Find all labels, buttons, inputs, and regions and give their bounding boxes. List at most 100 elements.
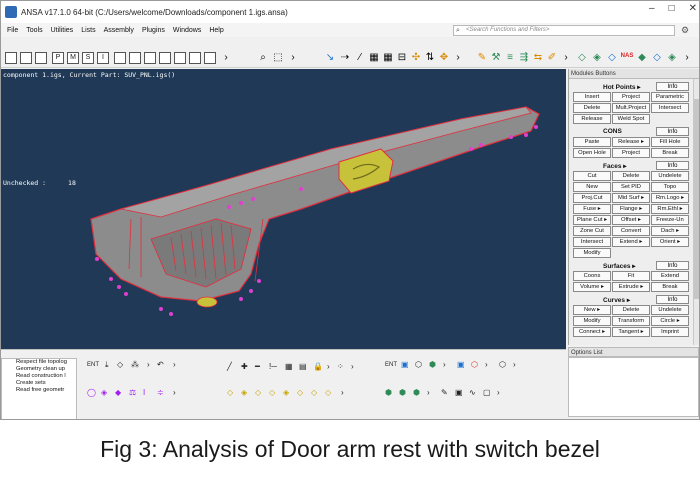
lock-icon[interactable]: 🔒 bbox=[313, 362, 323, 371]
view-icon[interactable] bbox=[114, 52, 126, 64]
insert-button[interactable]: Insert bbox=[573, 92, 611, 102]
maximize-button[interactable]: □ bbox=[669, 3, 675, 14]
info-button[interactable]: Info bbox=[656, 161, 689, 170]
more-arrow-icon[interactable]: › bbox=[351, 362, 354, 371]
more-arrow-icon[interactable]: › bbox=[286, 52, 300, 64]
new-button[interactable]: New bbox=[573, 182, 611, 192]
toolbar-i-button[interactable]: I bbox=[97, 52, 109, 64]
ent-label-2[interactable]: ENT bbox=[385, 362, 397, 368]
menu-file[interactable]: File bbox=[7, 27, 18, 34]
new-file-icon[interactable] bbox=[5, 52, 17, 64]
paste-button[interactable]: Paste bbox=[573, 137, 611, 147]
section-title[interactable]: Surfaces ▸ bbox=[603, 262, 636, 270]
menu-assembly[interactable]: Assembly bbox=[104, 27, 134, 34]
more-arrow-icon[interactable]: › bbox=[219, 52, 233, 64]
more-arrow-icon[interactable]: › bbox=[485, 360, 488, 369]
shape-icon[interactable]: ◈ bbox=[283, 388, 289, 397]
shape-icon[interactable]: ◈ bbox=[241, 388, 247, 397]
axis-icon[interactable]: ✣ bbox=[409, 52, 423, 64]
window-icon[interactable] bbox=[129, 52, 141, 64]
modify-button[interactable]: Modify bbox=[573, 248, 611, 258]
delete-button[interactable]: Delete bbox=[612, 305, 650, 315]
sort-icon[interactable]: ⇅ bbox=[423, 52, 437, 64]
measure-icon[interactable]: ≡ bbox=[503, 52, 517, 64]
align-icon[interactable]: ⊟ bbox=[395, 52, 409, 64]
more-arrow-icon[interactable]: › bbox=[147, 360, 150, 369]
undelete-button[interactable]: Undelete bbox=[651, 305, 689, 315]
list-icon[interactable] bbox=[35, 52, 47, 64]
grid-icon[interactable]: ▦ bbox=[285, 362, 293, 371]
mid-surf-button[interactable]: Mid Surf ▸ bbox=[612, 193, 650, 203]
section-title[interactable]: Curves ▸ bbox=[603, 296, 630, 304]
section-title[interactable]: Hot Points ▸ bbox=[603, 83, 641, 91]
table-icon[interactable] bbox=[144, 52, 156, 64]
transform-button[interactable]: Transform bbox=[612, 316, 650, 326]
extend-button[interactable]: Extend bbox=[651, 271, 689, 281]
cube-blue-icon[interactable]: ▣ bbox=[457, 360, 465, 369]
curve-icon[interactable]: ∿ bbox=[469, 388, 476, 397]
fit-button[interactable]: Fit bbox=[612, 271, 650, 281]
more-arrow-icon[interactable]: › bbox=[341, 388, 344, 397]
shape-icon[interactable]: ◇ bbox=[255, 388, 261, 397]
menu-windows[interactable]: Windows bbox=[173, 27, 201, 34]
mesh-icon[interactable]: ⬢ bbox=[413, 388, 420, 397]
menu-utilities[interactable]: Utilities bbox=[51, 27, 74, 34]
zone-cut-button[interactable]: Zone Cut bbox=[573, 226, 611, 236]
cursor-icon[interactable]: ⇢ bbox=[338, 52, 352, 64]
shape-icon[interactable]: ◇ bbox=[325, 388, 331, 397]
convert-button[interactable]: Convert bbox=[612, 226, 650, 236]
mult-project-button[interactable]: Mult.Project bbox=[612, 103, 650, 113]
more-arrow-icon[interactable]: › bbox=[559, 52, 573, 64]
report-icon[interactable] bbox=[174, 52, 186, 64]
transform-icon[interactable]: ✥ bbox=[437, 52, 451, 64]
mesh-icon[interactable]: ◇ bbox=[575, 52, 589, 64]
fuse-button[interactable]: Fuse ▸ bbox=[573, 204, 611, 214]
pen-icon[interactable]: ✎ bbox=[441, 388, 448, 397]
filter-icon[interactable]: ⇶ bbox=[517, 52, 531, 64]
intersect-button[interactable]: Intersect bbox=[573, 237, 611, 247]
extend-button[interactable]: Extend ▸ bbox=[612, 237, 650, 247]
offset-button[interactable]: Offset ▸ bbox=[612, 215, 650, 225]
info-button[interactable]: Info bbox=[656, 127, 689, 136]
element-icon[interactable]: ◈ bbox=[665, 52, 679, 64]
orient-button[interactable]: Orient ▸ bbox=[651, 237, 689, 247]
delete-button[interactable]: Delete bbox=[573, 103, 611, 113]
cube-red-icon[interactable]: ⬡ bbox=[471, 360, 478, 369]
grid-icon[interactable]: ▦ bbox=[381, 52, 395, 64]
image-icon[interactable] bbox=[189, 52, 201, 64]
plus-icon[interactable]: ✚ bbox=[241, 362, 248, 371]
circle-icon[interactable]: ◯ bbox=[87, 388, 96, 397]
cube-outline-icon[interactable]: ⬡ bbox=[499, 360, 506, 369]
menu-lists[interactable]: Lists bbox=[81, 27, 95, 34]
boss-face[interactable] bbox=[196, 296, 218, 308]
volume-button[interactable]: Volume ▸ bbox=[573, 282, 611, 292]
check-icon[interactable] bbox=[204, 52, 216, 64]
brush-icon[interactable]: ✐ bbox=[545, 52, 559, 64]
mesh-icon[interactable]: ⬢ bbox=[385, 388, 392, 397]
cube-green-icon[interactable]: ⬢ bbox=[429, 360, 436, 369]
intersect-button[interactable]: Intersect bbox=[651, 103, 689, 113]
more-arrow-icon[interactable]: › bbox=[680, 52, 694, 64]
pencil-icon[interactable]: ✎ bbox=[475, 52, 489, 64]
imprint-button[interactable]: Imprint bbox=[651, 327, 689, 337]
undelete-button[interactable]: Undelete bbox=[651, 171, 689, 181]
exclaim-icon[interactable]: !─ bbox=[269, 362, 277, 371]
wrench-icon[interactable]: ⚒ bbox=[489, 52, 503, 64]
section-title[interactable]: Faces ▸ bbox=[603, 162, 627, 170]
more-arrow-icon[interactable]: › bbox=[173, 360, 176, 369]
box-icon[interactable]: ▢ bbox=[483, 388, 491, 397]
toolbar-s-button[interactable]: S bbox=[82, 52, 94, 64]
cut-button[interactable]: Cut bbox=[573, 171, 611, 181]
menu-help[interactable]: Help bbox=[209, 27, 223, 34]
scrollbar-thumb[interactable] bbox=[694, 99, 699, 299]
zoom-window-icon[interactable]: ⬚ bbox=[271, 52, 285, 64]
shape-icon[interactable]: ◇ bbox=[297, 388, 303, 397]
more-arrow-icon[interactable]: › bbox=[497, 388, 500, 397]
info-button[interactable]: Info bbox=[656, 261, 689, 270]
dach-button[interactable]: Dach ▸ bbox=[651, 226, 689, 236]
break-button[interactable]: Break bbox=[651, 148, 689, 158]
hot-points-icon[interactable]: ⁂ bbox=[131, 360, 139, 369]
fill-hole-button[interactable]: Fill Hole bbox=[651, 137, 689, 147]
connect-button[interactable]: Connect ▸ bbox=[573, 327, 611, 337]
break-button[interactable]: Break bbox=[651, 282, 689, 292]
